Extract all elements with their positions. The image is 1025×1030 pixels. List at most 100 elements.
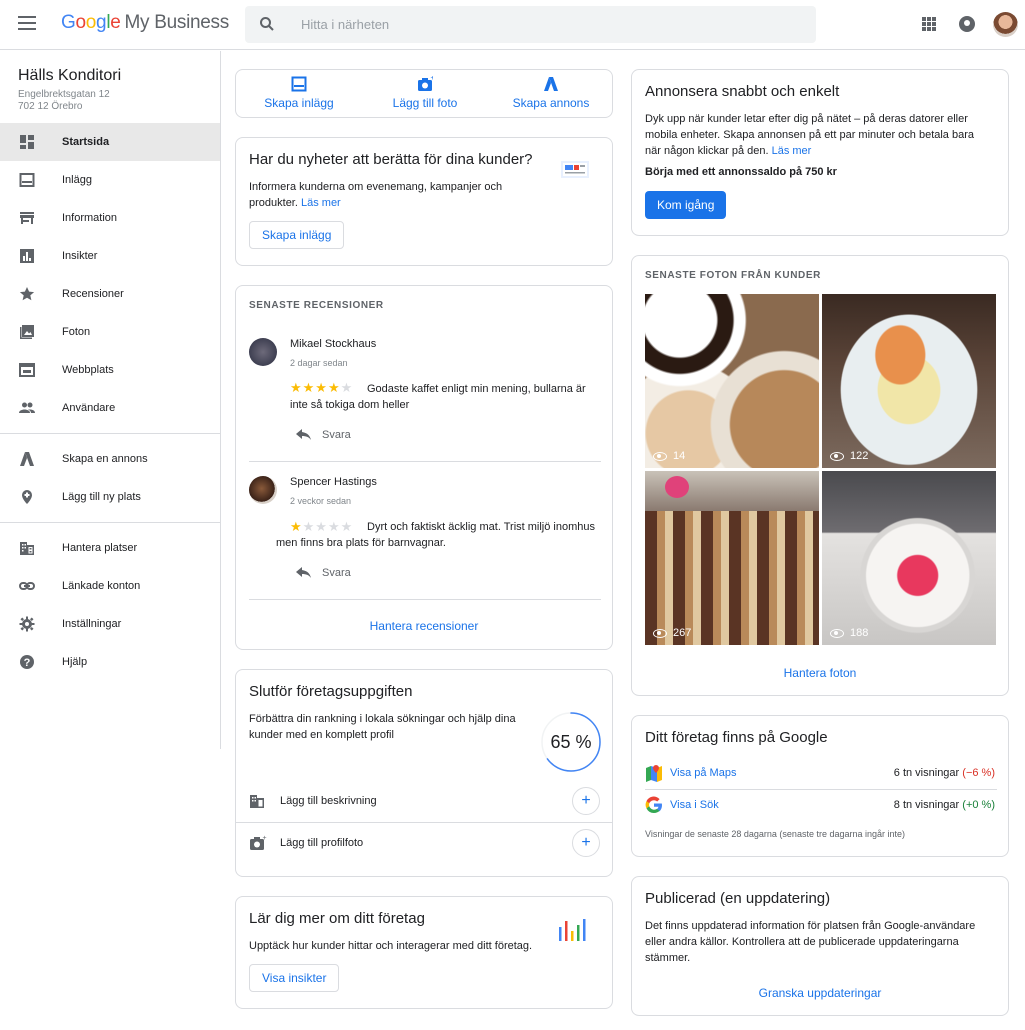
eye-icon [830, 628, 844, 638]
search-bar[interactable] [245, 6, 816, 43]
location-icon [22, 490, 32, 504]
sidebar-item-information[interactable]: Information [0, 199, 220, 237]
posts-icon [19, 173, 35, 187]
dashboard-icon [20, 135, 34, 149]
eye-icon [653, 628, 667, 638]
reviews-card: SENASTE RECENSIONER Mikael Stockhaus 2 d… [235, 285, 613, 650]
post-icon [291, 76, 307, 92]
reply-icon [296, 429, 311, 440]
read-more-link[interactable]: Läs mer [772, 145, 812, 157]
search-views: 8 tn visningar (+0 %) [893, 799, 995, 811]
sidebar-divider [0, 522, 220, 523]
ads-budget: Börja med ett annonssaldo på 750 kr [645, 166, 837, 178]
users-icon [19, 402, 35, 413]
profile-completion-card: Slutför företagsuppgiften Förbättra din … [235, 669, 613, 877]
reviewer-avatar[interactable] [249, 476, 277, 504]
on-google-card: Ditt företag finns på Google Visa på Map… [631, 715, 1009, 857]
review-time: 2 veckor sedan [290, 496, 352, 506]
sidebar-item-startsida[interactable]: Startsida [0, 123, 220, 161]
svg-text:?: ? [24, 657, 31, 669]
review-text: Dyrt och faktiskt äcklig mat. Trist milj… [276, 521, 596, 549]
sidebar-item-anvandare[interactable]: Användare [0, 389, 220, 427]
gear-icon [19, 616, 35, 632]
news-card-title: Har du nyheter att berätta för dina kund… [249, 151, 533, 168]
reviewer-avatar[interactable] [249, 338, 277, 366]
menu-icon[interactable] [18, 16, 36, 30]
reply-button[interactable]: Svara [296, 567, 351, 579]
sidebar-item-lankade-konton[interactable]: Länkade konton [0, 567, 220, 605]
insights-icon [20, 249, 34, 263]
published-update-card: Publicerad (en uppdatering) Det finns up… [631, 876, 1009, 1016]
reviews-overline: SENASTE RECENSIONER [249, 300, 384, 311]
get-started-button[interactable]: Kom igång [645, 191, 727, 219]
newspaper-icon [561, 161, 589, 178]
product-name: My Business [124, 12, 230, 33]
review-divider [249, 461, 601, 462]
account-avatar[interactable] [993, 12, 1018, 37]
google-my-business-logo[interactable]: Google My Business [61, 12, 229, 34]
views-footnote: Visningar de senaste 28 dagarna (senaste… [645, 829, 906, 839]
svg-text:+: + [431, 76, 434, 82]
customer-photo[interactable]: 14 [645, 294, 819, 468]
sidebar-item-recensioner[interactable]: Recensioner [0, 275, 220, 313]
photo-views: 267 [653, 627, 691, 639]
help-icon: ? [20, 655, 34, 669]
sidebar-item-ny-plats[interactable]: Lägg till ny plats [0, 478, 220, 516]
sidebar-item-hantera-platser[interactable]: Hantera platser [0, 529, 220, 567]
customer-photo[interactable]: 122 [822, 294, 996, 468]
task-label: Lägg till beskrivning [280, 795, 377, 807]
view-in-search-link[interactable]: Visa i Sök [670, 799, 719, 811]
sidebar-item-inlagg[interactable]: Inlägg [0, 161, 220, 199]
review-text: Godaste kaffet enligt min mening, bullar… [290, 383, 586, 411]
learn-card-title: Lär dig mer om ditt företag [249, 910, 425, 927]
manage-reviews-button[interactable]: Hantera recensioner [236, 619, 612, 633]
completion-percent: 65 % [550, 732, 592, 752]
create-post-button[interactable]: Skapa inlägg [249, 221, 345, 249]
customer-photo[interactable]: 267 [645, 471, 819, 645]
create-ad-button[interactable]: Skapa annons [488, 76, 614, 116]
sidebar-item-insikter[interactable]: Insikter [0, 237, 220, 275]
learn-more-card: Lär dig mer om ditt företag Upptäck hur … [235, 896, 613, 1009]
business-address: Engelbrektsgatan 12 702 12 Örebro [18, 89, 110, 112]
task-divider [236, 822, 612, 823]
sidebar-item-installningar[interactable]: Inställningar [0, 605, 220, 643]
maps-views: 6 tn visningar (−6 %) [893, 767, 995, 779]
search-icon [260, 17, 274, 31]
customer-photos-card: SENASTE FOTON FRÅN KUNDER 14 122 267 188… [631, 255, 1009, 696]
sidebar-item-skapa-annons[interactable]: Skapa en annons [0, 440, 220, 478]
reviewer-name[interactable]: Spencer Hastings [290, 476, 377, 488]
add-profile-photo-button[interactable]: + [572, 829, 600, 857]
sidebar: Hälls Konditori Engelbrektsgatan 12 702 … [0, 51, 221, 749]
apps-grid-icon[interactable] [922, 17, 936, 31]
review-updates-button[interactable]: Granska uppdateringar [632, 986, 1008, 1000]
business-name: Hälls Konditori [18, 67, 122, 84]
search-input[interactable] [301, 6, 801, 43]
sidebar-item-webbplats[interactable]: Webbplats [0, 351, 220, 389]
add-photo-button[interactable]: + Lägg till foto [362, 76, 488, 116]
reply-icon [296, 567, 311, 578]
review-divider [249, 599, 601, 600]
add-description-button[interactable]: + [572, 787, 600, 815]
sidebar-item-foton[interactable]: Foton [0, 313, 220, 351]
eye-icon [653, 451, 667, 461]
read-more-link[interactable]: Läs mer [301, 197, 341, 209]
create-post-button[interactable]: Skapa inlägg [236, 76, 362, 116]
ads-icon [544, 77, 558, 91]
bar-chart-icon [559, 919, 586, 941]
photo-views: 14 [653, 450, 685, 462]
customer-photo[interactable]: 188 [822, 471, 996, 645]
news-card-text: Informera kunderna om evenemang, kampanj… [249, 181, 503, 209]
reviewer-name[interactable]: Mikael Stockhaus [290, 338, 376, 350]
notifications-icon[interactable] [959, 16, 975, 32]
sidebar-item-hjalp[interactable]: ? Hjälp [0, 643, 220, 681]
reply-button[interactable]: Svara [296, 429, 351, 441]
published-card-title: Publicerad (en uppdatering) [645, 890, 831, 907]
sidebar-divider [0, 433, 220, 434]
manage-photos-button[interactable]: Hantera foton [632, 666, 1008, 680]
website-icon [19, 363, 35, 377]
ads-card-title: Annonsera snabbt och enkelt [645, 83, 840, 100]
view-insights-button[interactable]: Visa insikter [249, 964, 340, 992]
published-card-text: Det finns uppdaterad information för pla… [645, 920, 976, 964]
view-on-maps-link[interactable]: Visa på Maps [670, 767, 736, 779]
eye-icon [830, 451, 844, 461]
